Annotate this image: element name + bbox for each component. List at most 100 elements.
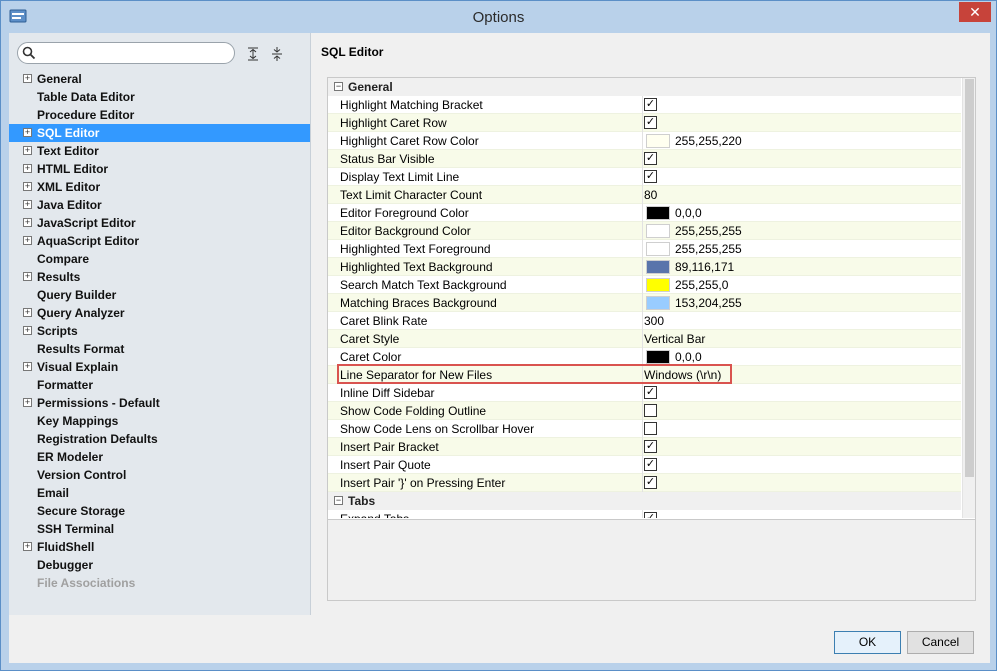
expand-icon[interactable]: + <box>23 200 32 209</box>
property-value[interactable]: 80 <box>644 186 657 204</box>
cancel-button[interactable]: Cancel <box>907 631 974 654</box>
tree-item-query-analyzer[interactable]: + Query Analyzer <box>9 304 310 322</box>
checked-checkbox[interactable]: ✓ <box>644 170 657 183</box>
expand-icon[interactable]: + <box>23 326 32 335</box>
tree-item-registration-defaults[interactable]: Registration Defaults <box>9 430 310 448</box>
expand-icon[interactable]: + <box>23 182 32 191</box>
scroll-thumb[interactable] <box>965 79 974 477</box>
checked-checkbox[interactable]: ✓ <box>644 116 657 129</box>
property-row[interactable]: Highlight Caret Row Color 255,255,220 <box>328 132 961 150</box>
tree-item-results-format[interactable]: Results Format <box>9 340 310 358</box>
expand-all-icon[interactable] <box>245 46 261 62</box>
property-row[interactable]: Status Bar Visible ✓ <box>328 150 961 168</box>
tree-item-formatter[interactable]: Formatter <box>9 376 310 394</box>
vertical-scrollbar[interactable] <box>962 78 975 518</box>
collapse-icon[interactable]: − <box>334 496 343 505</box>
tree-item-visual-explain[interactable]: + Visual Explain <box>9 358 310 376</box>
tree-item-email[interactable]: Email <box>9 484 310 502</box>
expand-icon[interactable]: + <box>23 74 32 83</box>
tree-item-java-editor[interactable]: + Java Editor <box>9 196 310 214</box>
color-swatch[interactable] <box>646 296 670 310</box>
property-row[interactable]: Highlight Caret Row ✓ <box>328 114 961 132</box>
property-row[interactable]: Inline Diff Sidebar ✓ <box>328 384 961 402</box>
tree-item-scripts[interactable]: + Scripts <box>9 322 310 340</box>
property-row[interactable]: Search Match Text Background 255,255,0 <box>328 276 961 294</box>
property-row[interactable]: Highlight Matching Bracket ✓ <box>328 96 961 114</box>
title-bar[interactable]: Options ✕ <box>1 1 996 33</box>
property-row[interactable]: Caret Color 0,0,0 <box>328 348 961 366</box>
property-row[interactable]: Editor Foreground Color 0,0,0 <box>328 204 961 222</box>
color-swatch[interactable] <box>646 134 670 148</box>
ok-button[interactable]: OK <box>834 631 901 654</box>
expand-icon[interactable]: + <box>23 362 32 371</box>
collapse-all-icon[interactable] <box>269 46 285 62</box>
search-input[interactable] <box>40 45 230 61</box>
tree-item-debugger[interactable]: Debugger <box>9 556 310 574</box>
property-row[interactable]: Matching Braces Background 153,204,255 <box>328 294 961 312</box>
tree-item-html-editor[interactable]: + HTML Editor <box>9 160 310 178</box>
expand-icon[interactable]: + <box>23 218 32 227</box>
expand-icon[interactable]: + <box>23 128 32 137</box>
expand-icon[interactable]: + <box>23 236 32 245</box>
checked-checkbox[interactable]: ✓ <box>644 476 657 489</box>
tree-item-results[interactable]: + Results <box>9 268 310 286</box>
checked-checkbox[interactable]: ✓ <box>644 386 657 399</box>
category-row[interactable]: − Tabs <box>328 492 961 510</box>
checked-checkbox[interactable]: ✓ <box>644 458 657 471</box>
tree-item-text-editor[interactable]: + Text Editor <box>9 142 310 160</box>
color-swatch[interactable] <box>646 278 670 292</box>
tree-item-general[interactable]: + General <box>9 70 310 88</box>
checked-checkbox[interactable]: ✓ <box>644 440 657 453</box>
color-swatch[interactable] <box>646 350 670 364</box>
tree-item-key-mappings[interactable]: Key Mappings <box>9 412 310 430</box>
unchecked-checkbox[interactable] <box>644 404 657 417</box>
property-row[interactable]: Editor Background Color 255,255,255 <box>328 222 961 240</box>
tree-item-permissions-default[interactable]: + Permissions - Default <box>9 394 310 412</box>
tree-item-sql-editor[interactable]: + SQL Editor <box>9 124 310 142</box>
expand-icon[interactable]: + <box>23 542 32 551</box>
tree-item-xml-editor[interactable]: + XML Editor <box>9 178 310 196</box>
close-button[interactable]: ✕ <box>959 2 991 22</box>
property-row[interactable]: Insert Pair Quote ✓ <box>328 456 961 474</box>
property-row[interactable]: Insert Pair Bracket ✓ <box>328 438 961 456</box>
tree-item-version-control[interactable]: Version Control <box>9 466 310 484</box>
property-row[interactable]: Caret Blink Rate 300 <box>328 312 961 330</box>
color-swatch[interactable] <box>646 260 670 274</box>
property-row[interactable]: Show Code Folding Outline <box>328 402 961 420</box>
property-row[interactable]: Caret Style Vertical Bar <box>328 330 961 348</box>
unchecked-checkbox[interactable] <box>644 422 657 435</box>
checked-checkbox[interactable]: ✓ <box>644 152 657 165</box>
tree-item-table-data-editor[interactable]: Table Data Editor <box>9 88 310 106</box>
tree-item-fluidshell[interactable]: + FluidShell <box>9 538 310 556</box>
expand-icon[interactable]: + <box>23 308 32 317</box>
expand-icon[interactable]: + <box>23 146 32 155</box>
expand-icon[interactable]: + <box>23 164 32 173</box>
property-row[interactable]: Highlighted Text Foreground 255,255,255 <box>328 240 961 258</box>
property-row[interactable]: Show Code Lens on Scrollbar Hover <box>328 420 961 438</box>
tree-item-procedure-editor[interactable]: Procedure Editor <box>9 106 310 124</box>
collapse-icon[interactable]: − <box>334 82 343 91</box>
tree-item-javascript-editor[interactable]: + JavaScript Editor <box>9 214 310 232</box>
expand-icon[interactable]: + <box>23 272 32 281</box>
property-row[interactable]: Text Limit Character Count 80 <box>328 186 961 204</box>
property-value[interactable]: Vertical Bar <box>644 330 705 348</box>
tree-item-secure-storage[interactable]: Secure Storage <box>9 502 310 520</box>
tree-item-query-builder[interactable]: Query Builder <box>9 286 310 304</box>
property-row[interactable]: Highlighted Text Background 89,116,171 <box>328 258 961 276</box>
search-field[interactable] <box>17 42 235 64</box>
property-row[interactable]: Expand Tabs✓ <box>328 510 961 518</box>
tree-item-compare[interactable]: Compare <box>9 250 310 268</box>
color-swatch[interactable] <box>646 206 670 220</box>
checked-checkbox[interactable]: ✓ <box>644 98 657 111</box>
property-row[interactable]: Display Text Limit Line ✓ <box>328 168 961 186</box>
category-row[interactable]: − General <box>328 78 961 96</box>
property-row[interactable]: Line Separator for New Files Windows (\r\… <box>328 364 961 384</box>
tree-item-aquascript-editor[interactable]: + AquaScript Editor <box>9 232 310 250</box>
tree-item-file-associations[interactable]: File Associations <box>9 574 310 592</box>
color-swatch[interactable] <box>646 224 670 238</box>
property-value[interactable]: 300 <box>644 312 664 330</box>
tree-item-er-modeler[interactable]: ER Modeler <box>9 448 310 466</box>
color-swatch[interactable] <box>646 242 670 256</box>
checked-checkbox[interactable]: ✓ <box>644 512 657 518</box>
expand-icon[interactable]: + <box>23 398 32 407</box>
